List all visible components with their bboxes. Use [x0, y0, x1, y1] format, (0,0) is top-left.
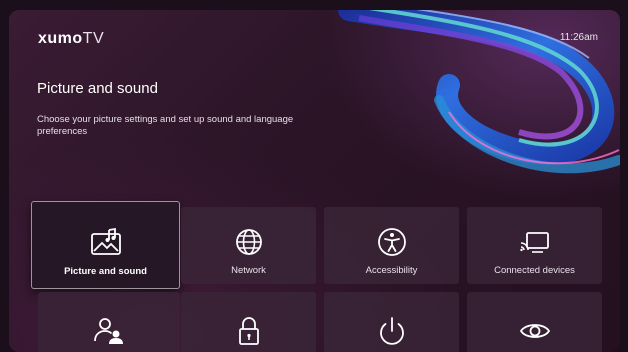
xumo-tv-logo: xumoTV [38, 30, 104, 48]
tile-parental-controls[interactable] [181, 292, 316, 352]
logo-tv: TV [82, 30, 105, 47]
settings-panel: xumoTV 11:26am Picture and sound Choose … [9, 10, 620, 352]
picture-sound-icon [90, 227, 121, 255]
clock: 11:26am [559, 32, 598, 43]
tv-screen: xumoTV 11:26am Picture and sound Choose … [0, 0, 628, 352]
tile-privacy[interactable] [467, 292, 602, 352]
tile-label: Picture and sound [64, 266, 147, 277]
tile-label: Accessibility [365, 265, 418, 276]
eye-icon [519, 324, 550, 338]
tile-profiles[interactable] [38, 292, 180, 352]
accessibility-icon [377, 228, 406, 256]
tile-network[interactable]: Network [181, 207, 316, 284]
tile-label: Network [231, 265, 266, 276]
logo-xumo: xumo [38, 30, 83, 47]
tile-accessibility[interactable]: Accessibility [324, 207, 459, 284]
globe-icon [235, 229, 262, 255]
tile-power[interactable] [324, 292, 459, 352]
lock-icon [238, 317, 259, 345]
connected-devices-icon [519, 232, 549, 253]
power-icon [379, 317, 404, 345]
tile-label: Connected devices [494, 265, 575, 276]
tile-picture-and-sound[interactable]: Picture and sound [31, 201, 180, 289]
tile-connected-devices[interactable]: Connected devices [467, 207, 602, 284]
page-title: Picture and sound [37, 80, 158, 97]
page-subtitle: Choose your picture settings and set up … [37, 114, 294, 137]
users-icon [94, 318, 123, 344]
